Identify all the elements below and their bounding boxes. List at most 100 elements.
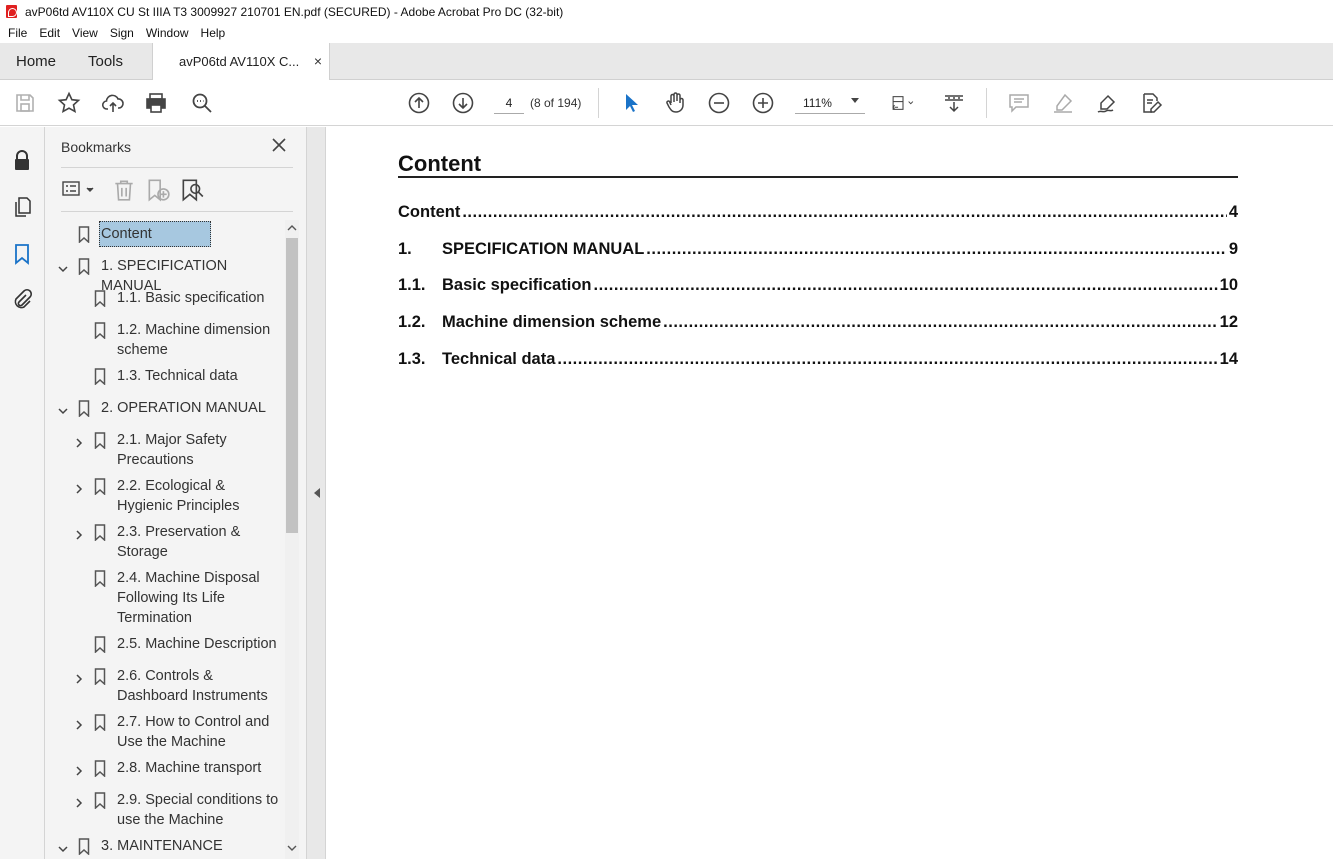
menu-edit[interactable]: Edit bbox=[39, 26, 65, 40]
chevron-down-icon[interactable] bbox=[57, 403, 69, 415]
toc-entry[interactable]: 1. SPECIFICATION MANUAL..................… bbox=[398, 237, 1238, 259]
toc-entry-page: 14 bbox=[1219, 350, 1238, 368]
expand-bookmark-icon[interactable] bbox=[179, 177, 205, 202]
bookmark-scrollbar[interactable] bbox=[285, 220, 299, 859]
bookmark-label-line: Use the Machine bbox=[117, 734, 226, 750]
tab-close-button[interactable]: × bbox=[314, 53, 322, 69]
menu-help[interactable]: Help bbox=[201, 26, 231, 40]
toc-leader-dots: ........................................… bbox=[646, 240, 1227, 258]
bookmark-icon bbox=[94, 290, 106, 308]
bookmark-label-line: Content bbox=[101, 226, 152, 242]
close-icon[interactable] bbox=[271, 137, 287, 153]
attachment-icon[interactable] bbox=[10, 288, 34, 312]
tab-bar: Home Tools avP06td AV110X C... × bbox=[0, 43, 1333, 80]
tab-tools[interactable]: Tools bbox=[88, 43, 123, 79]
toc-entry[interactable]: 1.2. Machine dimension scheme............… bbox=[398, 310, 1238, 332]
page-number-input[interactable] bbox=[494, 92, 524, 114]
highlight-icon[interactable] bbox=[1051, 91, 1075, 115]
chevron-right-icon[interactable] bbox=[73, 763, 85, 776]
chevron-right-icon[interactable] bbox=[73, 481, 85, 494]
zoom-level-value: 111% bbox=[803, 96, 832, 110]
bookmark-icon bbox=[94, 524, 106, 542]
bookmark-tree: Content 1. SPECIFICATION MANUAL 1.1. Basic… bbox=[45, 220, 285, 859]
bookmark-icon bbox=[94, 368, 106, 386]
acrobat-pdf-icon bbox=[6, 5, 17, 18]
bookmark-icon bbox=[94, 478, 106, 496]
new-bookmark-icon[interactable] bbox=[145, 177, 171, 202]
scroll-up-icon[interactable] bbox=[285, 220, 299, 236]
next-page-icon[interactable] bbox=[451, 91, 475, 115]
chevron-down-icon bbox=[851, 98, 859, 103]
bookmark-label: 1.2. Machine dimension scheme bbox=[117, 320, 270, 360]
chevron-right-icon[interactable] bbox=[73, 717, 85, 730]
page-thumbnails-icon[interactable] bbox=[10, 195, 34, 219]
star-icon[interactable] bbox=[57, 91, 81, 115]
zoom-level-dropdown[interactable]: 111% bbox=[795, 92, 865, 114]
left-navigation-rail bbox=[0, 127, 45, 859]
bookmarks-panel: Bookmarks Content 1. SPECIFICATION MANUAL… bbox=[45, 127, 306, 859]
bookmark-icon bbox=[94, 322, 106, 340]
edit-pdf-icon[interactable] bbox=[1139, 91, 1163, 115]
menu-file[interactable]: File bbox=[8, 26, 32, 40]
toc-entry[interactable]: 1.3. Technical data......................… bbox=[398, 347, 1238, 369]
chevron-right-icon[interactable] bbox=[73, 671, 85, 684]
tab-home[interactable]: Home bbox=[16, 43, 56, 79]
bookmark-options-icon[interactable] bbox=[61, 177, 95, 201]
bookmark-icon bbox=[78, 838, 90, 856]
bookmark-label-line: use the Machine bbox=[117, 812, 224, 828]
select-cursor-icon[interactable] bbox=[619, 91, 643, 115]
draw-sign-icon[interactable] bbox=[1095, 91, 1119, 115]
menu-sign[interactable]: Sign bbox=[110, 26, 139, 40]
tab-document[interactable]: avP06td AV110X C... × bbox=[152, 43, 330, 80]
hand-tool-icon[interactable] bbox=[663, 91, 687, 115]
scrollbar-thumb[interactable] bbox=[286, 238, 298, 533]
zoom-in-icon[interactable] bbox=[751, 91, 775, 115]
bookmark-label-line: 1.1. Basic specification bbox=[117, 290, 265, 306]
save-icon[interactable] bbox=[13, 91, 37, 115]
toc-entry[interactable]: 1.1. Basic specification.................… bbox=[398, 273, 1238, 295]
bookmark-panel-icon[interactable] bbox=[10, 242, 34, 266]
toc-entry-title: Machine dimension scheme bbox=[442, 313, 662, 331]
bookmark-label: 2.2. Ecological & Hygienic Principles bbox=[117, 476, 240, 516]
bookmark-label: 1.1. Basic specification bbox=[117, 288, 265, 308]
bookmark-label-line: 2.9. Special conditions to bbox=[117, 792, 279, 808]
bookmark-label: 2.9. Special conditions to use the Machin… bbox=[117, 790, 278, 830]
toc-entry-number: 1.2. bbox=[398, 313, 426, 331]
zoom-out-icon[interactable] bbox=[707, 91, 731, 115]
cloud-upload-icon[interactable] bbox=[101, 91, 125, 115]
chevron-down-icon[interactable] bbox=[57, 841, 69, 853]
bookmark-icon bbox=[78, 226, 90, 244]
lock-icon[interactable] bbox=[10, 149, 34, 173]
toc-entry[interactable]: Content.................................… bbox=[398, 200, 1238, 222]
toc-leader-dots: ........................................… bbox=[462, 203, 1226, 221]
chevron-right-icon[interactable] bbox=[73, 795, 85, 808]
bookmark-label-line: Termination bbox=[117, 610, 192, 626]
toc-entry-number: 1.3. bbox=[398, 350, 426, 368]
menu-window[interactable]: Window bbox=[146, 26, 194, 40]
bookmark-label: 2.1. Major Safety Precautions bbox=[117, 430, 227, 470]
fit-page-icon[interactable] bbox=[886, 91, 920, 115]
previous-page-icon[interactable] bbox=[407, 91, 431, 115]
delete-bookmark-icon[interactable] bbox=[111, 177, 137, 201]
document-view[interactable]: Content Content.........................… bbox=[326, 127, 1333, 859]
toc-entry-page: 4 bbox=[1228, 203, 1238, 221]
menu-view[interactable]: View bbox=[72, 26, 103, 40]
menu-bar: File Edit View Sign Window Help bbox=[0, 23, 1333, 43]
toc-entry-title: SPECIFICATION MANUAL bbox=[442, 240, 645, 258]
chevron-down-icon[interactable] bbox=[57, 261, 69, 273]
bookmark-label-line: 2.3. Preservation & bbox=[117, 524, 241, 540]
print-icon[interactable] bbox=[144, 91, 168, 115]
chevron-right-icon[interactable] bbox=[73, 527, 85, 540]
bookmark-label-line: 2.7. How to Control and bbox=[117, 714, 270, 730]
bookmark-label-line: Precautions bbox=[117, 452, 194, 468]
search-zoom-icon[interactable] bbox=[190, 91, 214, 115]
collapse-panel-icon[interactable] bbox=[314, 488, 320, 498]
panel-splitter[interactable] bbox=[306, 127, 326, 859]
bookmark-icon bbox=[94, 714, 106, 732]
toolbar-divider bbox=[598, 88, 599, 118]
toc-entry-page: 10 bbox=[1219, 276, 1238, 294]
chevron-right-icon[interactable] bbox=[73, 435, 85, 448]
comment-icon[interactable] bbox=[1007, 91, 1031, 115]
scroll-down-icon[interactable] bbox=[285, 840, 299, 856]
scroll-mode-icon[interactable] bbox=[942, 91, 966, 115]
